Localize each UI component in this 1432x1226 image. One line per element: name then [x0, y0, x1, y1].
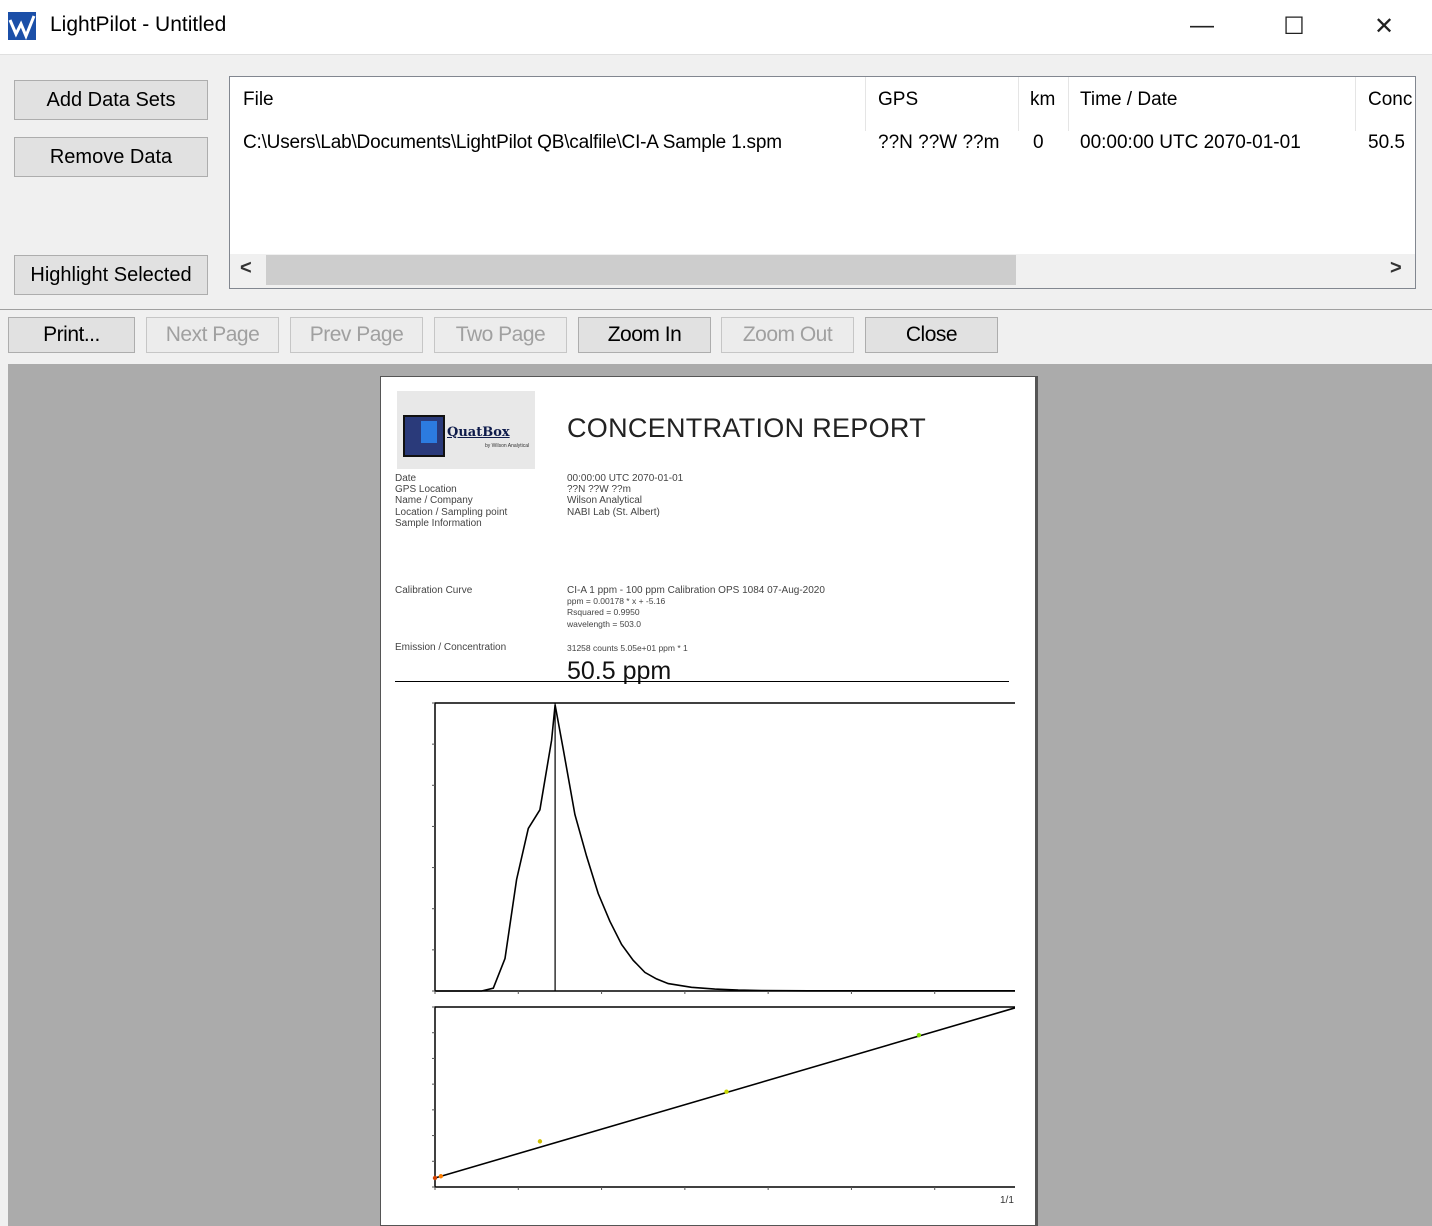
calibration-point	[916, 1033, 922, 1038]
column-header-km[interactable]: km	[1030, 89, 1055, 111]
spectrum-plot-frame	[434, 702, 1015, 992]
cell-conc: 50.5	[1368, 132, 1405, 153]
label-emission: Emission / Concentration	[395, 642, 507, 653]
label-location: Location / Sampling point	[395, 506, 508, 518]
close-window-button[interactable]: ✕	[1340, 0, 1428, 52]
column-separator	[1018, 77, 1019, 131]
calib-line: CI-A 1 ppm - 100 ppm Calibration OPS 108…	[567, 585, 825, 596]
calibration-info: CI-A 1 ppm - 100 ppm Calibration OPS 108…	[567, 585, 825, 630]
column-header-file[interactable]: File	[243, 89, 274, 111]
spectrum-chart	[432, 702, 1015, 994]
column-header-gps[interactable]: GPS	[878, 89, 918, 111]
lightpilot-app-icon	[8, 12, 36, 40]
column-separator	[1355, 77, 1356, 131]
column-separator	[865, 77, 866, 131]
label-date: Date	[395, 473, 417, 484]
data-sets-list[interactable]: File GPS km Time / Date Conc C:\Users\La…	[229, 76, 1416, 289]
panel-divider	[0, 309, 1432, 310]
label-gps: GPS Location	[395, 484, 457, 496]
page-number: 1/1	[1000, 1195, 1014, 1206]
label-sample: Sample Information	[395, 517, 482, 529]
scroll-right-icon[interactable]: >	[1390, 257, 1402, 280]
highlight-selected-button[interactable]: Highlight Selected	[14, 255, 208, 295]
label-calibration: Calibration Curve	[395, 585, 473, 596]
value-gps: ??N ??W ??m	[567, 484, 631, 496]
report-values: 00:00:00 UTC 2070-01-01 ??N ??W ??m Wils…	[567, 473, 683, 518]
column-separator	[1068, 77, 1069, 131]
horizontal-scrollbar[interactable]: < >	[230, 254, 1415, 288]
calibration-chart	[432, 1006, 1015, 1190]
quatbox-logo: QuatBox by Wilson Analytical	[397, 391, 535, 469]
cell-time-date: 00:00:00 UTC 2070-01-01	[1080, 132, 1301, 153]
scroll-left-icon[interactable]: <	[240, 257, 252, 280]
label-name: Name / Company	[395, 495, 473, 507]
report-page: QuatBox by Wilson Analytical CONCENTRATI…	[380, 376, 1038, 1226]
value-date: 00:00:00 UTC 2070-01-01	[567, 473, 684, 484]
cell-km: 0	[1033, 132, 1044, 153]
logo-sub-text: by Wilson Analytical	[485, 443, 530, 449]
value-location: NABI Lab (St. Albert)	[567, 506, 660, 518]
print-button[interactable]: Print...	[8, 317, 135, 353]
remove-data-button[interactable]: Remove Data	[14, 137, 208, 177]
logo-brand-text: QuatBox	[447, 425, 510, 440]
cell-gps: ??N ??W ??m	[878, 132, 1000, 153]
zoom-in-button[interactable]: Zoom In	[578, 317, 711, 353]
cell-file: C:\Users\Lab\Documents\LightPilot QB\cal…	[243, 132, 782, 153]
calib-line: wavelength = 503.0	[567, 618, 641, 629]
emission-value: 31258 counts 5.05e+01 ppm * 1	[567, 643, 688, 653]
spectrum-series-line	[435, 704, 1015, 992]
column-header-conc[interactable]: Conc	[1368, 89, 1412, 111]
calibration-point	[438, 1174, 444, 1179]
calibration-point	[432, 1175, 438, 1181]
divider-line	[395, 681, 1009, 682]
prev-page-button[interactable]: Prev Page	[290, 317, 423, 353]
next-page-button[interactable]: Next Page	[146, 317, 279, 353]
calib-line: ppm = 0.00178 * x + -5.16	[567, 596, 666, 607]
two-page-button[interactable]: Two Page	[434, 317, 567, 353]
scrollbar-thumb[interactable]	[266, 255, 1016, 285]
add-data-sets-button[interactable]: Add Data Sets	[14, 80, 208, 120]
calib-line: Rsquared = 0.9950	[567, 607, 640, 618]
report-title: CONCENTRATION REPORT	[567, 413, 927, 443]
value-name: Wilson Analytical	[567, 495, 643, 507]
zoom-out-button[interactable]: Zoom Out	[721, 317, 854, 353]
close-preview-button[interactable]: Close	[865, 317, 998, 353]
calibration-point	[537, 1139, 543, 1144]
title-bar: LightPilot - Untitled — ☐ ✕	[0, 0, 1432, 55]
window-title: LightPilot - Untitled	[50, 13, 227, 36]
report-labels: Date GPS Location Name / Company Locatio…	[395, 473, 507, 529]
logo-cube-face	[421, 421, 437, 443]
calibration-point	[724, 1089, 729, 1094]
maximize-button[interactable]: ☐	[1250, 0, 1338, 52]
column-header-time-date[interactable]: Time / Date	[1080, 89, 1178, 111]
minimize-button[interactable]: —	[1158, 0, 1246, 52]
